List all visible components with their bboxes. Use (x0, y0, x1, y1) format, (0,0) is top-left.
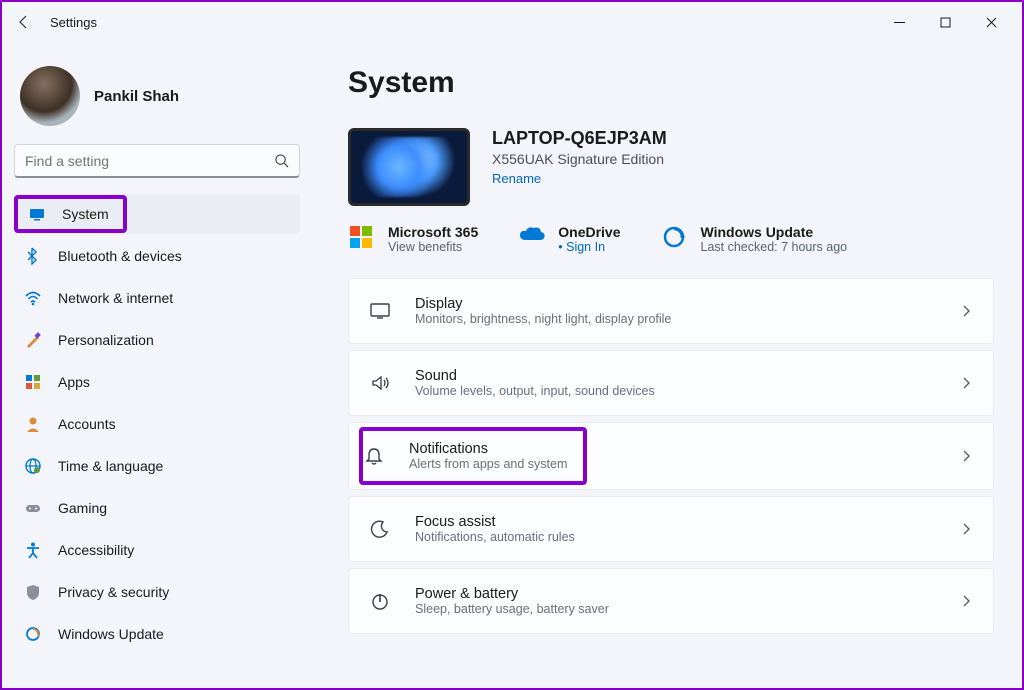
chevron-right-icon (959, 304, 973, 318)
tile-subtitle[interactable]: Sign In (558, 240, 620, 254)
brush-icon (24, 331, 42, 349)
accessibility-icon (24, 541, 42, 559)
minimize-button[interactable] (876, 6, 922, 38)
tile-title: OneDrive (558, 224, 620, 240)
sidebar-item-time-language[interactable]: Time & language (14, 446, 300, 486)
search-field[interactable] (25, 153, 274, 169)
sidebar-item-label: Gaming (58, 500, 107, 516)
sidebar-item-label: Accounts (58, 416, 116, 432)
sidebar-item-accounts[interactable]: Accounts (14, 404, 300, 444)
update-icon (24, 625, 42, 643)
wifi-icon (24, 289, 42, 307)
card-subtitle: Alerts from apps and system (409, 457, 567, 471)
main-content: System LAPTOP-Q6EJP3AM X556UAK Signature… (312, 42, 1022, 688)
titlebar: Settings (2, 2, 1022, 42)
sidebar-item-label: Privacy & security (58, 584, 169, 600)
window-controls (876, 6, 1014, 38)
settings-card-sound[interactable]: Sound Volume levels, output, input, soun… (348, 350, 994, 416)
chevron-right-icon (959, 376, 973, 390)
card-subtitle: Sleep, battery usage, battery saver (415, 602, 609, 616)
card-title: Display (415, 296, 671, 312)
display-icon (369, 300, 391, 322)
card-title: Sound (415, 368, 655, 384)
card-title: Focus assist (415, 514, 575, 530)
tile-subtitle: View benefits (388, 240, 478, 254)
sidebar-item-network-internet[interactable]: Network & internet (14, 278, 300, 318)
tile-onedrive[interactable]: OneDrive Sign In (518, 224, 620, 254)
apps-icon (24, 373, 42, 391)
card-subtitle: Volume levels, output, input, sound devi… (415, 384, 655, 398)
nav-list: System Bluetooth & devices Network & int… (10, 192, 304, 656)
sidebar-item-personalization[interactable]: Personalization (14, 320, 300, 360)
sidebar-item-label: Windows Update (58, 626, 164, 642)
rename-link[interactable]: Rename (492, 171, 667, 186)
card-subtitle: Monitors, brightness, night light, displ… (415, 312, 671, 326)
settings-card-display[interactable]: Display Monitors, brightness, night ligh… (348, 278, 994, 344)
moon-icon (369, 518, 391, 540)
bluetooth-icon (24, 247, 42, 265)
sidebar-item-windows-update[interactable]: Windows Update (14, 614, 300, 654)
settings-card-power-battery[interactable]: Power & battery Sleep, battery usage, ba… (348, 568, 994, 634)
sidebar-item-label: Bluetooth & devices (58, 248, 182, 264)
page-title: System (348, 66, 994, 100)
quick-tiles-row: Microsoft 365 View benefits OneDrive Sig… (348, 224, 994, 254)
sound-icon (369, 372, 391, 394)
sidebar-item-label: Apps (58, 374, 90, 390)
m365-icon (348, 224, 376, 252)
tile-windows-update[interactable]: Windows Update Last checked: 7 hours ago (661, 224, 848, 254)
sidebar-item-accessibility[interactable]: Accessibility (14, 530, 300, 570)
maximize-button[interactable] (922, 6, 968, 38)
sidebar-item-bluetooth-devices[interactable]: Bluetooth & devices (14, 236, 300, 276)
onedrive-icon (518, 224, 546, 252)
sidebar-item-label: System (62, 206, 109, 222)
device-name: LAPTOP-Q6EJP3AM (492, 128, 667, 149)
search-icon (274, 153, 289, 168)
card-title: Power & battery (415, 586, 609, 602)
sidebar-item-privacy-security[interactable]: Privacy & security (14, 572, 300, 612)
sidebar-item-gaming[interactable]: Gaming (14, 488, 300, 528)
chevron-right-icon (959, 522, 973, 536)
back-button[interactable] (10, 8, 38, 36)
tile-title: Microsoft 365 (388, 224, 478, 240)
settings-card-focus-assist[interactable]: Focus assist Notifications, automatic ru… (348, 496, 994, 562)
power-icon (369, 590, 391, 612)
settings-card-notifications[interactable]: Notifications Alerts from apps and syste… (348, 422, 994, 490)
sidebar-item-label: Personalization (58, 332, 154, 348)
notifications-highlight: Notifications Alerts from apps and syste… (359, 427, 587, 485)
chevron-right-icon (959, 449, 973, 463)
shield-icon (24, 583, 42, 601)
chevron-right-icon (959, 594, 973, 608)
card-subtitle: Notifications, automatic rules (415, 530, 575, 544)
avatar (20, 66, 80, 126)
user-account-row[interactable]: Pankil Shah (10, 50, 304, 134)
sidebar-item-label: Time & language (58, 458, 163, 474)
gamepad-icon (24, 499, 42, 517)
sidebar-item-label: Accessibility (58, 542, 134, 558)
sidebar-item-system-highlight[interactable]: System (14, 195, 127, 233)
close-button[interactable] (968, 6, 1014, 38)
system-icon (28, 205, 46, 223)
card-title: Notifications (409, 441, 567, 457)
system-settings-list: Display Monitors, brightness, night ligh… (348, 278, 994, 654)
device-model: X556UAK Signature Edition (492, 151, 667, 167)
person-icon (24, 415, 42, 433)
sidebar-item-label: Network & internet (58, 290, 173, 306)
window-title: Settings (50, 15, 97, 30)
tile-microsoft-[interactable]: Microsoft 365 View benefits (348, 224, 478, 254)
bell-icon (363, 445, 385, 467)
globe-icon (24, 457, 42, 475)
sidebar-item-apps[interactable]: Apps (14, 362, 300, 402)
user-name: Pankil Shah (94, 88, 179, 105)
sidebar: Pankil Shah System Bluetooth & devices N… (2, 42, 312, 688)
update-icon (661, 224, 689, 252)
tile-subtitle: Last checked: 7 hours ago (701, 240, 848, 254)
device-wallpaper-thumb[interactable] (348, 128, 470, 206)
search-input[interactable] (14, 144, 300, 178)
tile-title: Windows Update (701, 224, 848, 240)
device-header: LAPTOP-Q6EJP3AM X556UAK Signature Editio… (348, 128, 994, 206)
